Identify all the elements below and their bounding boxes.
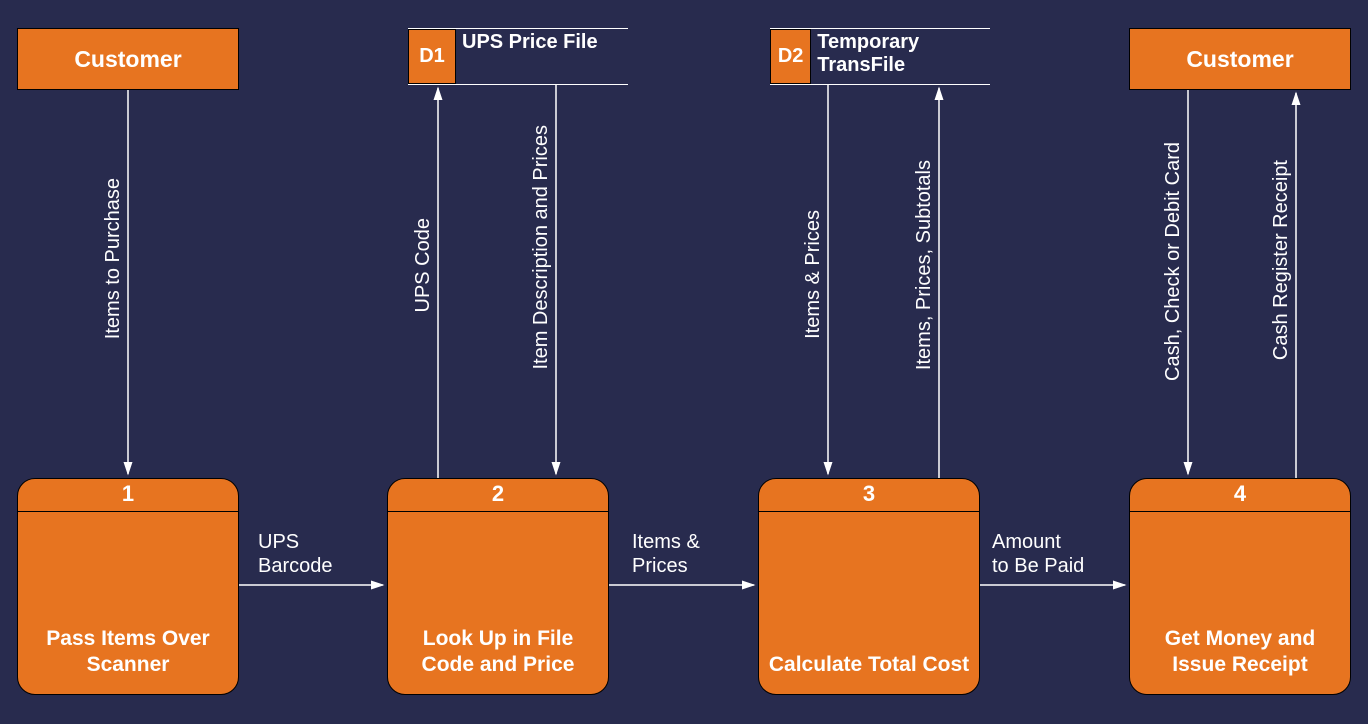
process-4: 4 Get Money and Issue Receipt bbox=[1129, 478, 1351, 695]
process-4-label: Get Money and Issue Receipt bbox=[1130, 626, 1350, 679]
process-3-label: Calculate Total Cost bbox=[759, 652, 979, 678]
entity-customer-left: Customer bbox=[17, 28, 239, 90]
process-3: 3 Calculate Total Cost bbox=[758, 478, 980, 695]
datastore-d2-id: D2 bbox=[770, 29, 811, 84]
datastore-d1-label: UPS Price File bbox=[456, 29, 604, 84]
process-1-label: Pass Items Over Scanner bbox=[18, 626, 238, 679]
flow-ups-barcode: UPS Barcode bbox=[258, 530, 333, 578]
flow-ups-code: UPS Code bbox=[412, 218, 434, 313]
flow-items-prices-subtotals: Items, Prices, Subtotals bbox=[913, 160, 935, 370]
datastore-d2: D2 Temporary TransFile bbox=[770, 28, 990, 85]
datastore-d1-id: D1 bbox=[408, 29, 456, 84]
process-3-id: 3 bbox=[759, 479, 979, 512]
flow-amount-to-be-paid: Amount to Be Paid bbox=[992, 530, 1084, 578]
process-2: 2 Look Up in File Code and Price bbox=[387, 478, 609, 695]
flow-cash-register-receipt: Cash Register Receipt bbox=[1270, 160, 1292, 360]
flow-items-to-purchase: Items to Purchase bbox=[102, 178, 124, 339]
process-4-id: 4 bbox=[1130, 479, 1350, 512]
flow-items-prices-vertical: Items & Prices bbox=[802, 210, 824, 339]
flow-cash-check-debit: Cash, Check or Debit Card bbox=[1162, 142, 1184, 381]
process-1: 1 Pass Items Over Scanner bbox=[17, 478, 239, 695]
flow-item-desc-prices: Item Description and Prices bbox=[530, 125, 552, 370]
entity-customer-right: Customer bbox=[1129, 28, 1351, 90]
process-1-id: 1 bbox=[18, 479, 238, 512]
process-2-id: 2 bbox=[388, 479, 608, 512]
flow-items-prices-horizontal: Items & Prices bbox=[632, 530, 700, 578]
datastore-d2-label: Temporary TransFile bbox=[811, 29, 990, 84]
datastore-d1: D1 UPS Price File bbox=[408, 28, 628, 85]
process-2-label: Look Up in File Code and Price bbox=[388, 626, 608, 679]
